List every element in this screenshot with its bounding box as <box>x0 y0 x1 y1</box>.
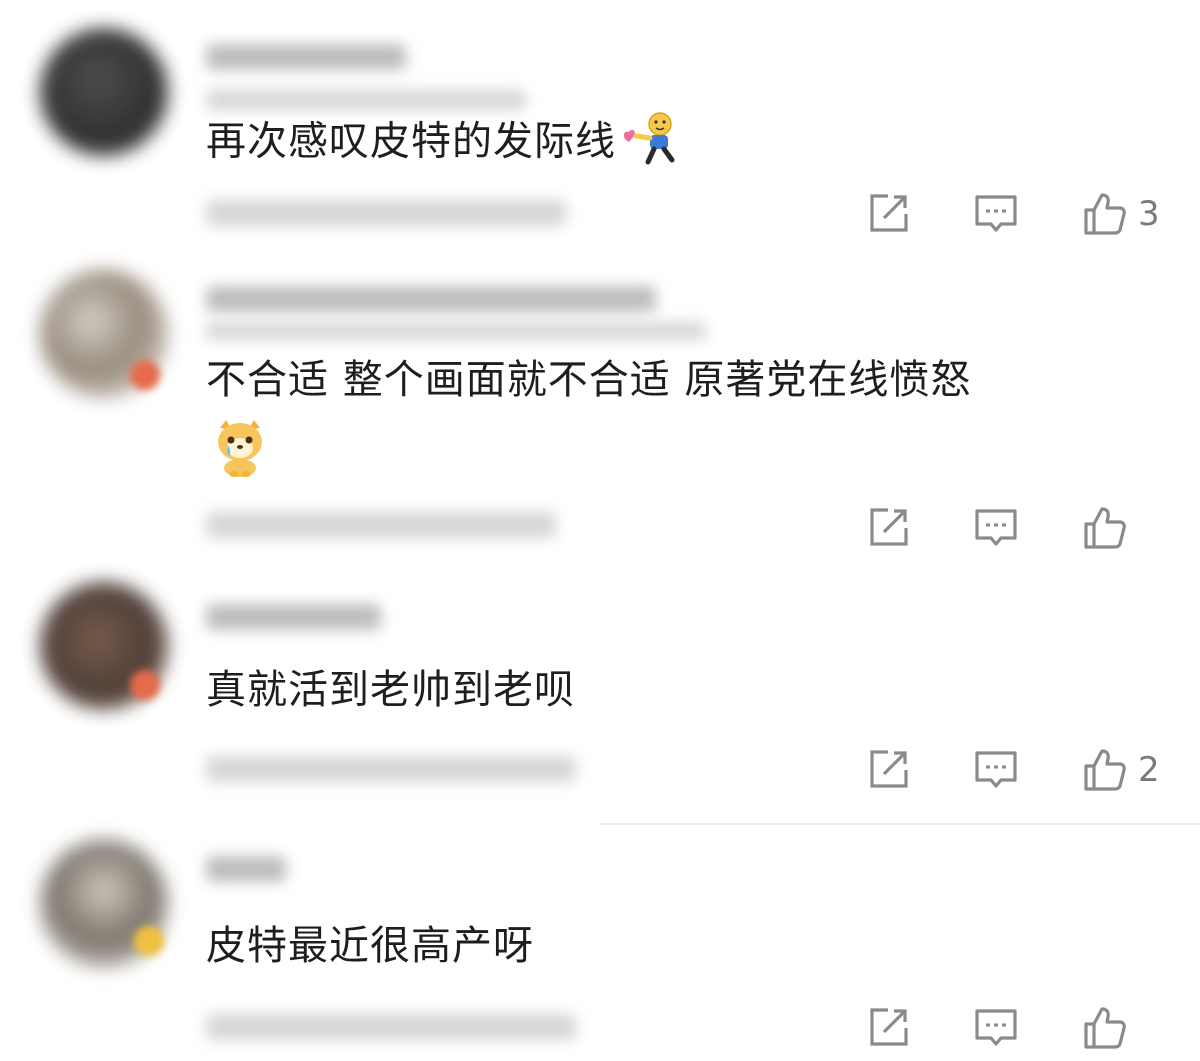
thumbs-up-icon <box>1084 1007 1126 1049</box>
like-count: 3 <box>1138 194 1160 234</box>
share-icon <box>870 508 908 546</box>
share-button[interactable] <box>864 190 912 238</box>
comment-text: 不合适 整个画面就不合适 原著党在线愤怒 <box>206 356 971 404</box>
comment-icon <box>975 751 1017 788</box>
hug-emoji <box>620 110 684 177</box>
username-blurred[interactable] <box>206 44 406 70</box>
thumbs-up-icon <box>1084 507 1126 549</box>
user-tags-blurred <box>206 90 526 110</box>
username-blurred[interactable] <box>206 604 381 630</box>
like-count: 2 <box>1138 750 1160 790</box>
timestamp-location-blurred <box>206 756 576 782</box>
comment-actions <box>804 1004 1160 1052</box>
comment-icon <box>975 195 1017 232</box>
like-button[interactable] <box>1080 504 1160 552</box>
share-button[interactable] <box>864 504 912 552</box>
comment-text-content: 再次感叹皮特的发际线 <box>206 118 616 165</box>
comment-text-content: 不合适 整个画面就不合适 原著党在线愤怒 <box>206 357 972 403</box>
share-button[interactable] <box>864 746 912 794</box>
username-blurred[interactable] <box>206 286 656 312</box>
comment-actions: 3 <box>804 190 1160 238</box>
share-icon <box>870 1008 908 1046</box>
comment-emoji-line <box>212 418 268 489</box>
share-icon <box>870 750 908 788</box>
timestamp-location-blurred <box>206 1014 576 1040</box>
comment-text: 再次感叹皮特的发际线 <box>206 110 684 177</box>
crying-dog-emoji <box>212 418 268 489</box>
thumbs-up-icon <box>1084 193 1126 235</box>
avatar-badge <box>134 926 164 956</box>
reply-button[interactable] <box>972 190 1020 238</box>
comment-icon <box>975 1009 1017 1046</box>
thumbs-up-icon <box>1084 749 1126 791</box>
comment-text: 皮特最近很高产呀 <box>206 922 534 970</box>
reply-button[interactable] <box>972 1004 1020 1052</box>
comment-text-content: 真就活到老帅到老呗 <box>206 667 575 713</box>
avatar-badge <box>130 670 160 700</box>
divider <box>600 823 1200 825</box>
reply-button[interactable] <box>972 746 1020 794</box>
comment-icon <box>975 509 1017 546</box>
user-tags-blurred <box>206 322 706 340</box>
comment-text-content: 皮特最近很高产呀 <box>206 923 534 969</box>
timestamp-location-blurred <box>206 512 556 538</box>
like-button[interactable]: 3 <box>1080 190 1160 238</box>
avatar-badge <box>130 360 160 390</box>
like-button[interactable] <box>1080 1004 1160 1052</box>
avatar[interactable] <box>40 28 168 156</box>
share-button[interactable] <box>864 1004 912 1052</box>
timestamp-location-blurred <box>206 200 566 226</box>
comment-text: 真就活到老帅到老呗 <box>206 666 575 714</box>
share-icon <box>870 194 908 232</box>
comment-actions <box>804 504 1160 552</box>
like-button[interactable]: 2 <box>1080 746 1160 794</box>
username-blurred[interactable] <box>206 856 286 882</box>
reply-button[interactable] <box>972 504 1020 552</box>
comment-actions: 2 <box>804 746 1160 794</box>
